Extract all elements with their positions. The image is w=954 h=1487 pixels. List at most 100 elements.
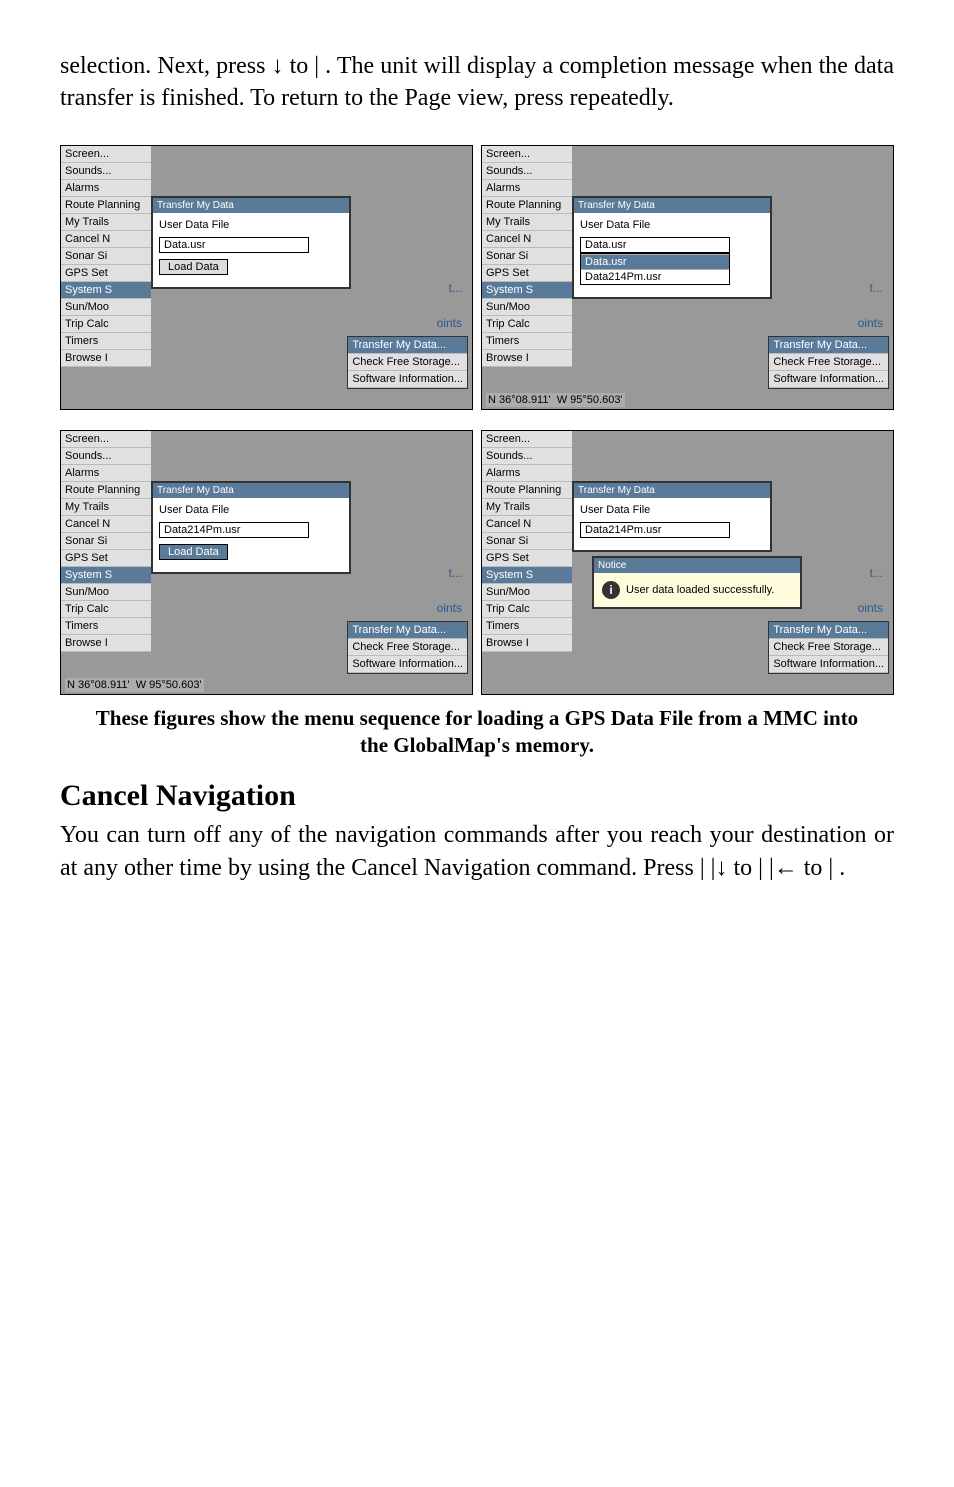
menu-item[interactable]: Screen... [61,146,151,163]
side-menu-software[interactable]: Software Information... [769,656,888,673]
menu-item-system[interactable]: System S [482,567,572,584]
menu-item[interactable]: Cancel N [61,231,151,248]
menu-item[interactable]: Screen... [482,146,572,163]
menu-item[interactable]: Sonar Si [482,533,572,550]
load-data-button[interactable]: Load Data [159,544,228,560]
side-menu-software[interactable]: Software Information... [348,656,467,673]
menu-item[interactable]: Route Planning [61,482,151,499]
dropdown-item[interactable]: Data.usr [581,254,729,269]
menu-item[interactable]: Alarms [482,180,572,197]
side-menu: Transfer My Data... Check Free Storage..… [768,336,889,389]
dialog-label: User Data File [159,219,343,231]
menu-item[interactable]: Browse I [482,635,572,652]
side-menu: Transfer My Data... Check Free Storage..… [347,336,468,389]
menu-item[interactable]: Timers [482,333,572,350]
menu-item[interactable]: Route Planning [482,197,572,214]
menu-item[interactable]: Trip Calc [482,601,572,618]
side-menu: Transfer My Data... Check Free Storage..… [347,621,468,674]
menu-item[interactable]: GPS Set [61,265,151,282]
file-input[interactable]: Data.usr [580,237,730,253]
menu-item[interactable]: Browse I [482,350,572,367]
label-oints: oints [437,316,462,330]
side-menu-transfer[interactable]: Transfer My Data... [769,622,888,639]
figure-caption: These figures show the menu sequence for… [80,705,874,760]
menu-item[interactable]: Alarms [61,465,151,482]
transfer-dialog: Transfer My Data User Data File Data.usr… [151,196,351,289]
menu-item[interactable]: Timers [482,618,572,635]
screenshot-a: Screen... Sounds... Alarms Route Plannin… [60,145,473,410]
menu-item[interactable]: Sounds... [482,448,572,465]
menu-item[interactable]: Trip Calc [61,601,151,618]
menu-item[interactable]: Browse I [61,635,151,652]
menu-item-system[interactable]: System S [61,567,151,584]
transfer-dialog: Transfer My Data User Data File Data214P… [151,481,351,574]
dialog-title: Transfer My Data [153,483,349,498]
transfer-dialog: Transfer My Data User Data File Data.usr… [572,196,772,299]
section-heading: Cancel Navigation [60,779,894,813]
menu-overlay: Screen... Sounds... Alarms Route Plannin… [482,146,572,367]
side-menu-software[interactable]: Software Information... [769,371,888,388]
menu-item[interactable]: Sonar Si [61,533,151,550]
menu-item[interactable]: Route Planning [482,482,572,499]
menu-item[interactable]: Sun/Moo [482,584,572,601]
menu-overlay: Screen... Sounds... Alarms Route Plannin… [61,431,151,652]
file-input[interactable]: Data214Pm.usr [159,522,309,538]
side-menu-storage[interactable]: Check Free Storage... [348,639,467,656]
label-t: t... [870,566,883,580]
menu-item-system[interactable]: System S [482,282,572,299]
dialog-title: Transfer My Data [574,198,770,213]
menu-overlay: Screen... Sounds... Alarms Route Plannin… [61,146,151,367]
menu-item[interactable]: Alarms [482,465,572,482]
dialog-title: Transfer My Data [574,483,770,498]
menu-item[interactable]: Alarms [61,180,151,197]
menu-item[interactable]: Cancel N [482,516,572,533]
info-icon: i [602,581,620,599]
side-menu-transfer[interactable]: Transfer My Data... [769,337,888,354]
notice-title: Notice [594,558,800,573]
menu-item[interactable]: Browse I [61,350,151,367]
menu-item[interactable]: Sonar Si [61,248,151,265]
menu-item[interactable]: Screen... [482,431,572,448]
menu-item-system[interactable]: System S [61,282,151,299]
menu-item[interactable]: Timers [61,618,151,635]
menu-item[interactable]: My Trails [482,499,572,516]
file-input[interactable]: Data214Pm.usr [580,522,730,538]
file-input[interactable]: Data.usr [159,237,309,253]
dialog-label: User Data File [159,504,343,516]
menu-item[interactable]: Sun/Moo [61,584,151,601]
side-menu-transfer[interactable]: Transfer My Data... [348,622,467,639]
menu-item[interactable]: My Trails [61,499,151,516]
menu-item[interactable]: Sonar Si [482,248,572,265]
menu-item[interactable]: Sun/Moo [61,299,151,316]
label-oints: oints [858,316,883,330]
menu-item[interactable]: My Trails [61,214,151,231]
menu-item[interactable]: Trip Calc [61,316,151,333]
menu-item[interactable]: Cancel N [61,516,151,533]
side-menu-software[interactable]: Software Information... [348,371,467,388]
menu-overlay: Screen... Sounds... Alarms Route Plannin… [482,431,572,652]
menu-item[interactable]: Sun/Moo [482,299,572,316]
side-menu-storage[interactable]: Check Free Storage... [769,639,888,656]
menu-item[interactable]: Trip Calc [482,316,572,333]
menu-item[interactable]: GPS Set [61,550,151,567]
side-menu-storage[interactable]: Check Free Storage... [348,354,467,371]
menu-item[interactable]: GPS Set [482,550,572,567]
menu-item[interactable]: Sounds... [61,448,151,465]
load-data-button[interactable]: Load Data [159,259,228,275]
side-menu: Transfer My Data... Check Free Storage..… [768,621,889,674]
screenshot-d: Screen... Sounds... Alarms Route Plannin… [481,430,894,695]
side-menu-transfer[interactable]: Transfer My Data... [348,337,467,354]
side-menu-storage[interactable]: Check Free Storage... [769,354,888,371]
menu-item[interactable]: GPS Set [482,265,572,282]
screenshot-c: Screen... Sounds... Alarms Route Plannin… [60,430,473,695]
menu-item[interactable]: Timers [61,333,151,350]
notice-message: User data loaded successfully. [626,584,774,596]
menu-item[interactable]: Route Planning [61,197,151,214]
menu-item[interactable]: Screen... [61,431,151,448]
menu-item[interactable]: Sounds... [482,163,572,180]
menu-item[interactable]: Sounds... [61,163,151,180]
dropdown-item[interactable]: Data214Pm.usr [581,269,729,284]
menu-item[interactable]: Cancel N [482,231,572,248]
coordinates: N 36°08.911' W 95°50.603' [486,393,625,407]
menu-item[interactable]: My Trails [482,214,572,231]
